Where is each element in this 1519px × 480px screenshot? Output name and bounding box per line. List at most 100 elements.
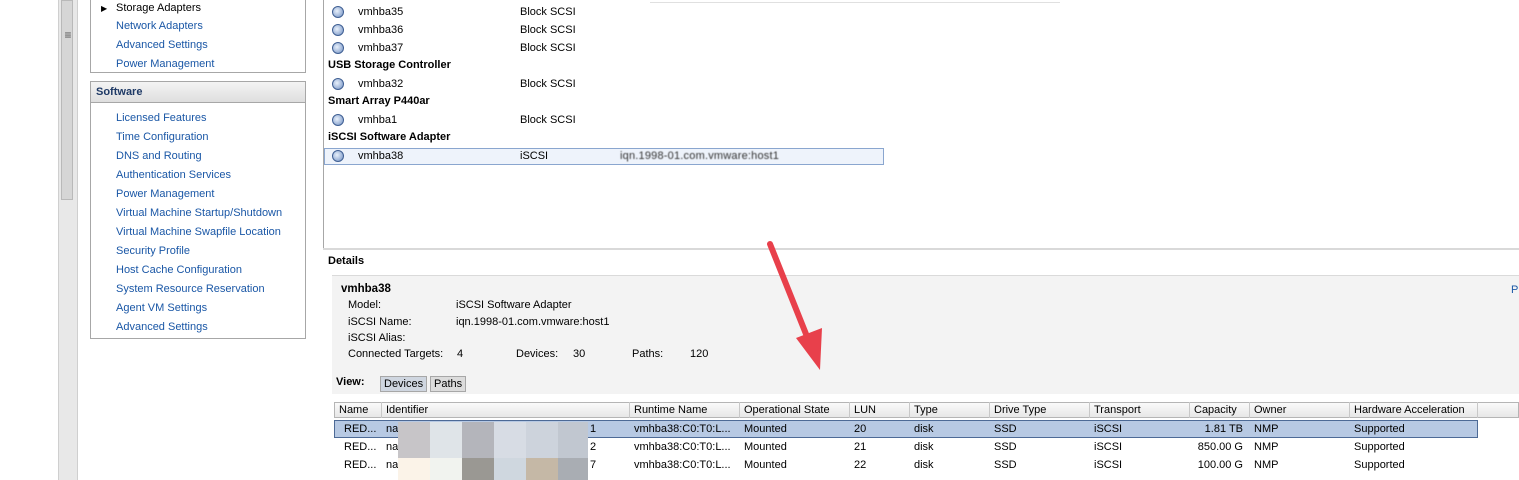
nav-network-adapters[interactable]: Network Adapters	[116, 20, 203, 32]
nav-system-resource-reservation[interactable]: System Resource Reservation	[116, 283, 265, 295]
nav-power-management-hw[interactable]: Power Management	[116, 58, 214, 70]
nav-vm-startup-shutdown[interactable]: Virtual Machine Startup/Shutdown	[116, 207, 282, 219]
col-identifier[interactable]: Identifier	[381, 402, 428, 418]
col-capacity[interactable]: Capacity	[1189, 402, 1237, 418]
col-transport[interactable]: Transport	[1089, 402, 1141, 418]
storage-adapter-icon	[332, 42, 344, 54]
view-label: View:	[336, 376, 365, 388]
cell-capacity: 100.00 G	[1197, 459, 1243, 471]
selected-adapter-highlight[interactable]	[324, 148, 884, 165]
paths-value: 120	[690, 348, 709, 360]
details-adapter-name: vmhba38	[341, 283, 391, 295]
cell-drive-type: SSD	[994, 459, 1017, 471]
col-operational-state[interactable]: Operational State	[739, 402, 830, 418]
adapter-type: Block SCSI	[520, 6, 576, 18]
connected-targets-value: 4	[457, 348, 464, 360]
adapter-name: vmhba37	[358, 42, 404, 54]
software-panel-title: Software	[91, 82, 305, 103]
adapter-group-title: Smart Array P440ar	[328, 95, 430, 107]
connected-targets-label: Connected Targets:	[348, 348, 444, 360]
cell-drive-type: SSD	[994, 441, 1017, 453]
nav-time-configuration[interactable]: Time Configuration	[116, 131, 209, 143]
nav-vm-swapfile-location[interactable]: Virtual Machine Swapfile Location	[116, 226, 281, 238]
cell-owner: NMP	[1254, 423, 1279, 435]
adapter-group-title: USB Storage Controller	[328, 59, 451, 71]
adapter-name: vmhba38	[358, 150, 404, 162]
paths-view-button[interactable]: Paths	[430, 376, 467, 392]
nav-licensed-features[interactable]: Licensed Features	[116, 112, 207, 124]
storage-adapter-icon	[332, 114, 344, 126]
devices-label: Devices:	[516, 348, 559, 360]
expand-arrow-icon[interactable]: ▶	[101, 4, 107, 13]
col-hardware-acceleration[interactable]: Hardware Acceleration	[1349, 402, 1465, 418]
annotation-arrow-icon	[767, 241, 822, 370]
cell-type: disk	[914, 459, 934, 471]
cell-type: disk	[914, 441, 934, 453]
iscsi-alias-label: iSCSI Alias:	[348, 332, 406, 344]
cell-transport: iSCSI	[1094, 423, 1123, 435]
adapter-identifier: iqn.1998-01.com.vmware:host1	[620, 150, 780, 162]
nav-advanced-settings-hw[interactable]: Advanced Settings	[116, 39, 208, 51]
iscsi-name-value: iqn.1998-01.com.vmware:host1	[456, 316, 610, 328]
adapter-type: Block SCSI	[520, 24, 576, 36]
storage-adapter-icon	[332, 150, 344, 162]
cell-runtime-name: vmhba38:C0:T0:L...	[634, 459, 731, 471]
cell-identifier: na	[386, 423, 399, 435]
hardware-panel: ▶ Storage Adapters Network Adapters Adva…	[90, 0, 306, 73]
adapter-name: vmhba32	[358, 78, 404, 90]
cell-owner: NMP	[1254, 459, 1279, 471]
cell-identifier: na	[386, 441, 399, 453]
cell-hardware-acceleration: Supported	[1354, 423, 1405, 435]
cell-owner: NMP	[1254, 441, 1279, 453]
adapter-type: Block SCSI	[520, 78, 576, 90]
nav-storage-adapters[interactable]: Storage Adapters	[116, 2, 201, 14]
nav-security-profile[interactable]: Security Profile	[116, 245, 190, 257]
cell-capacity: 1.81 TB	[1204, 423, 1243, 435]
cell-operational-state: Mounted	[744, 423, 787, 435]
cell-lun: 20	[854, 423, 867, 435]
adapter-type: iSCSI	[520, 150, 549, 162]
col-runtime-name[interactable]: Runtime Name	[629, 402, 707, 418]
cell-identifier: na	[386, 459, 399, 471]
cell-hardware-acceleration: Supported	[1354, 459, 1405, 471]
cell-identifier-tail: 2	[590, 441, 597, 453]
grip-icon: ≡	[64, 28, 72, 42]
inventory-scrollbar[interactable]: ≡	[58, 0, 78, 480]
model-label: Model:	[348, 299, 382, 311]
model-value: iSCSI Software Adapter	[456, 299, 572, 311]
cell-lun: 22	[854, 459, 867, 471]
col-name[interactable]: Name	[335, 402, 368, 418]
devices-value: 30	[573, 348, 586, 360]
cell-operational-state: Mounted	[744, 459, 787, 471]
pane-splitter[interactable]	[323, 248, 1519, 250]
storage-adapter-icon	[332, 78, 344, 90]
col-filler	[1477, 402, 1519, 418]
nav-advanced-settings-sw[interactable]: Advanced Settings	[116, 321, 208, 333]
software-panel: Software Licensed Features Time Configur…	[90, 81, 306, 339]
col-type[interactable]: Type	[909, 402, 938, 418]
cell-lun: 21	[854, 441, 867, 453]
nav-agent-vm-settings[interactable]: Agent VM Settings	[116, 302, 207, 314]
adapter-type: Block SCSI	[520, 42, 576, 54]
cell-name: RED...	[344, 423, 377, 435]
properties-link[interactable]: Pr	[1511, 284, 1519, 296]
view-bar	[332, 372, 1519, 394]
cell-capacity: 850.00 G	[1197, 441, 1243, 453]
devices-view-button[interactable]: Devices	[380, 376, 428, 392]
col-owner[interactable]: Owner	[1249, 402, 1286, 418]
nav-host-cache-configuration[interactable]: Host Cache Configuration	[116, 264, 242, 276]
nav-power-management-sw[interactable]: Power Management	[116, 188, 214, 200]
details-heading: Details	[328, 255, 365, 267]
storage-adapter-icon	[332, 24, 344, 36]
cell-runtime-name: vmhba38:C0:T0:L...	[634, 423, 731, 435]
nav-dns-routing[interactable]: DNS and Routing	[116, 150, 202, 162]
cell-name: RED...	[344, 459, 377, 471]
adapter-group-title: iSCSI Software Adapter	[328, 131, 451, 143]
left-margin	[0, 0, 58, 480]
adapter-name: vmhba36	[358, 24, 404, 36]
col-drive-type[interactable]: Drive Type	[989, 402, 1046, 418]
cell-hardware-acceleration: Supported	[1354, 441, 1405, 453]
cell-transport: iSCSI	[1094, 441, 1123, 453]
nav-authentication-services[interactable]: Authentication Services	[116, 169, 231, 181]
col-lun[interactable]: LUN	[849, 402, 876, 418]
